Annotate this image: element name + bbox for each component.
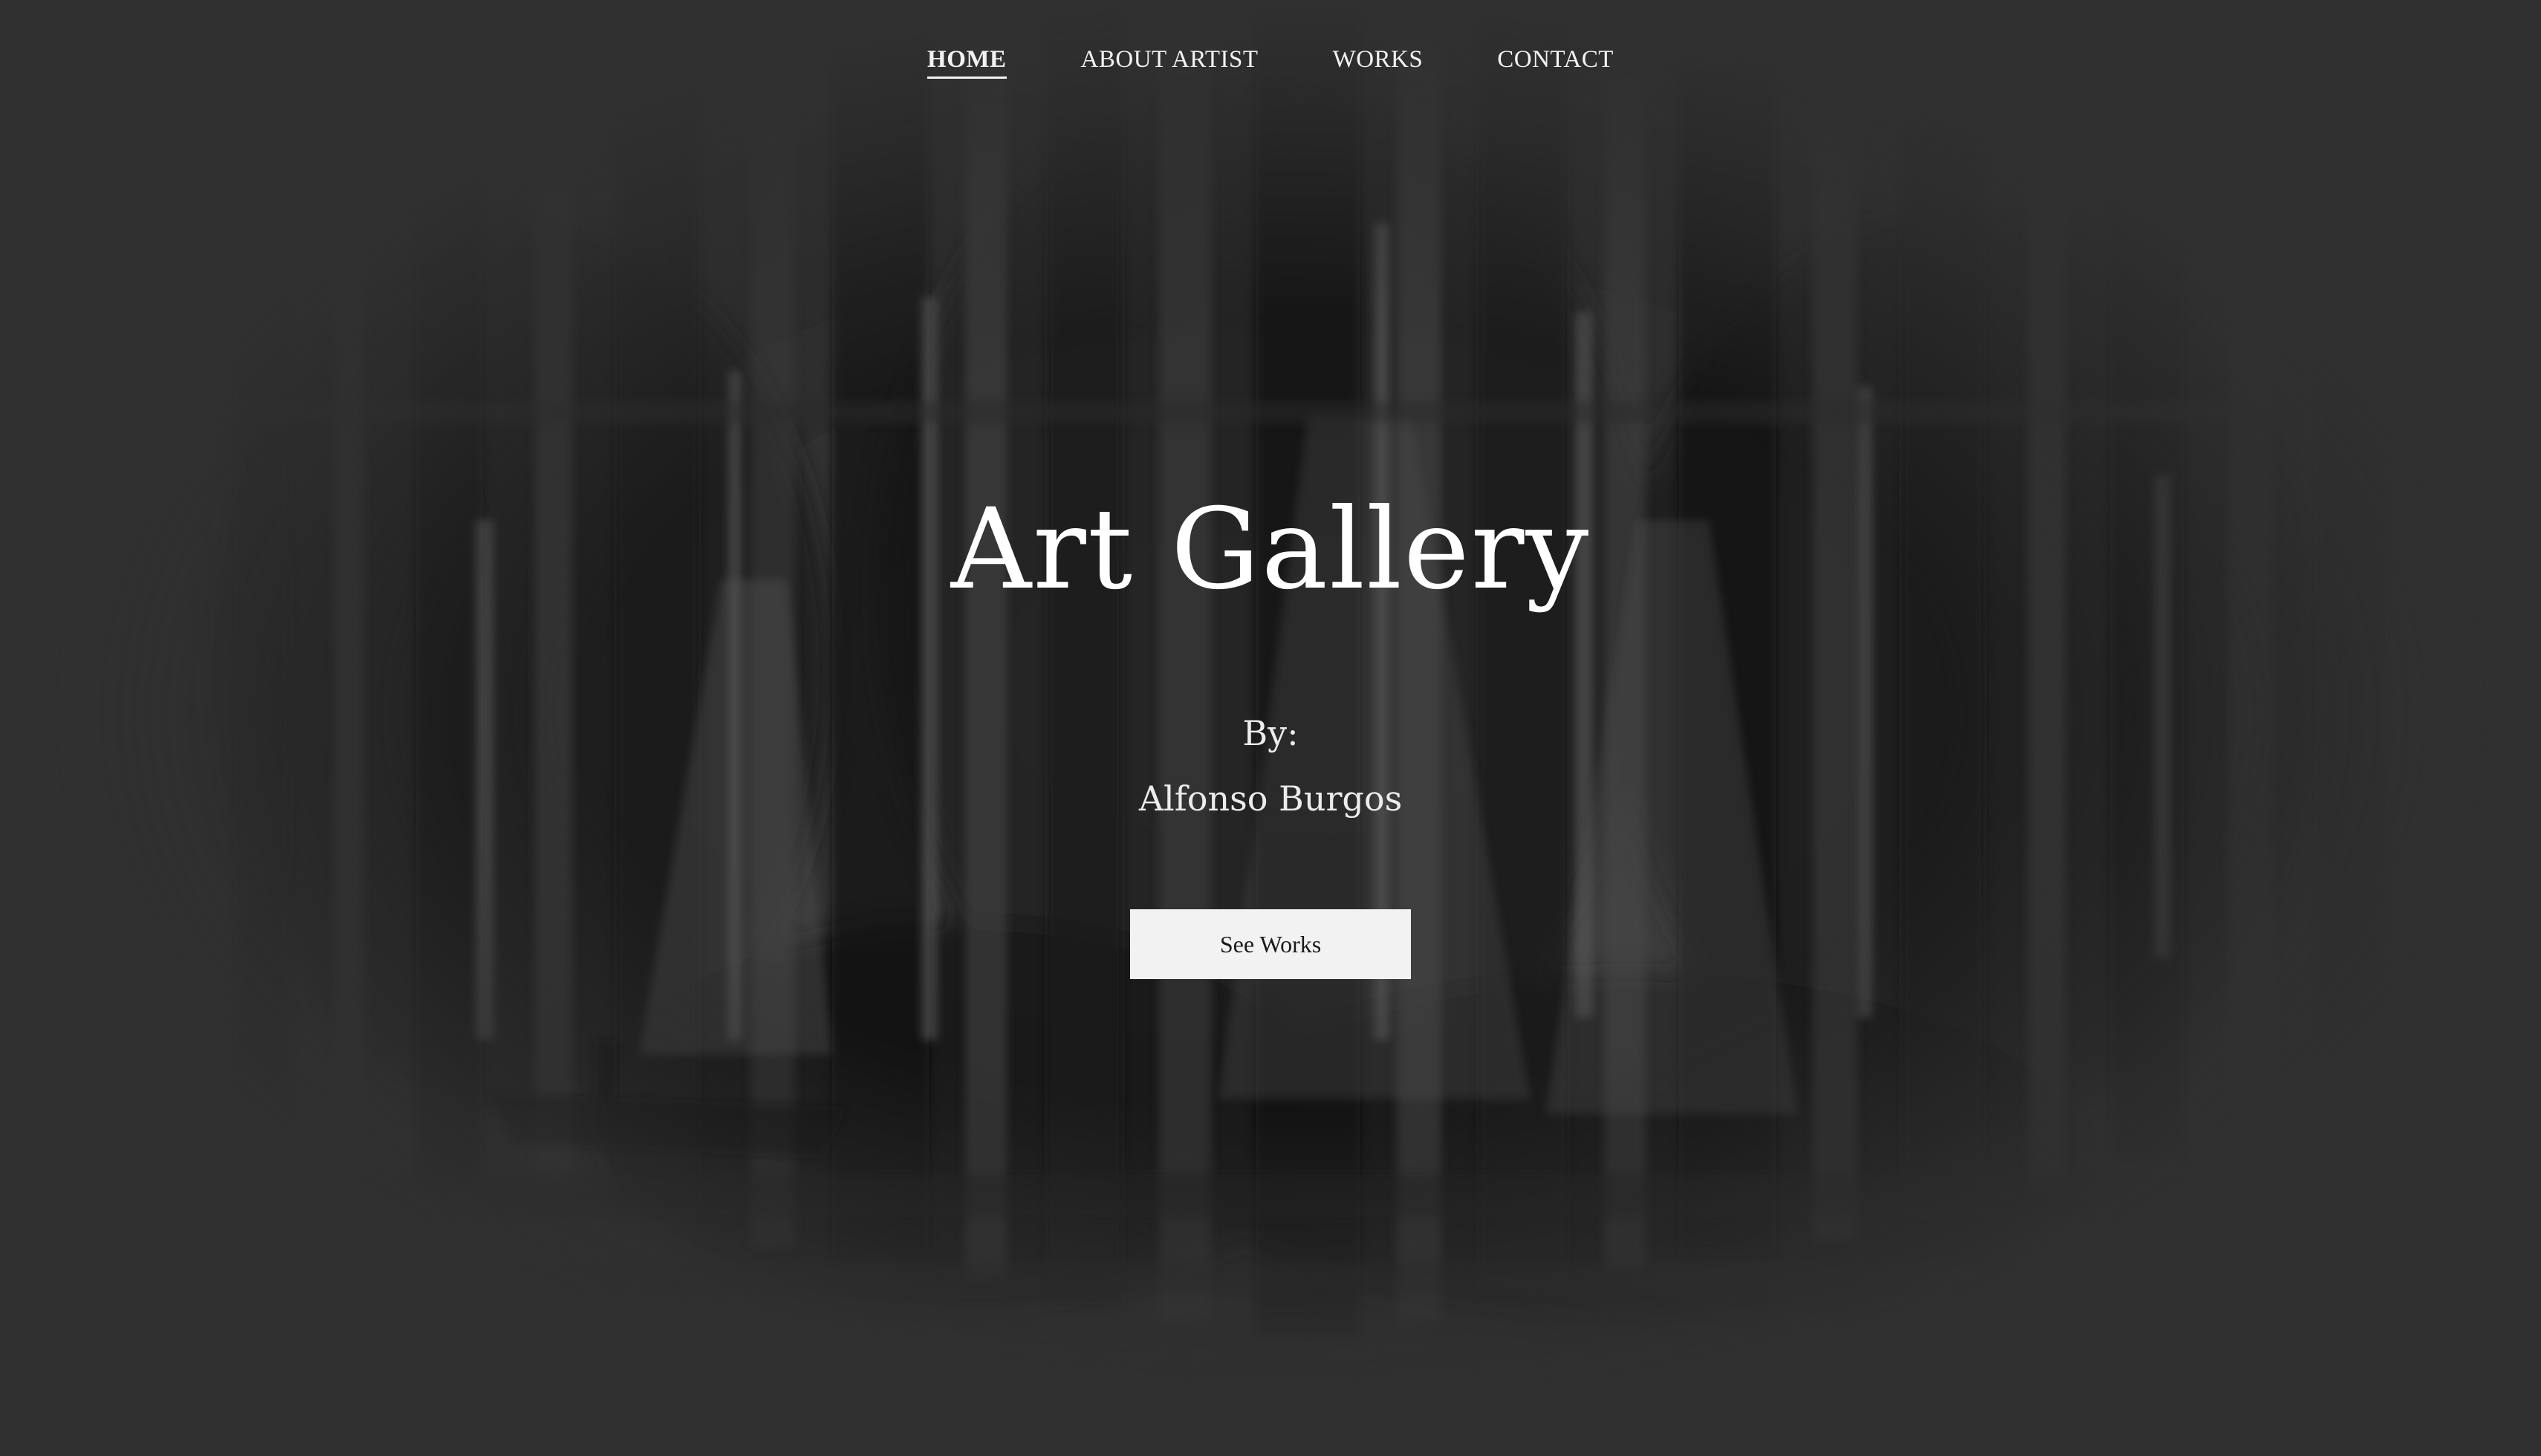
hero-artist-name: Alfonso Burgos — [1138, 779, 1403, 819]
nav-link-contact[interactable]: CONTACT — [1497, 46, 1614, 79]
hero-title: Art Gallery — [950, 485, 1591, 614]
nav-link-works[interactable]: WORKS — [1333, 46, 1424, 79]
nav-link-home[interactable]: HOME — [927, 46, 1007, 79]
hero-by-label: By: — [1242, 713, 1299, 753]
main-navigation: HOME ABOUT ARTIST WORKS CONTACT — [0, 46, 2541, 79]
nav-link-about-artist[interactable]: ABOUT ARTIST — [1081, 46, 1259, 79]
see-works-button[interactable]: See Works — [1130, 909, 1411, 979]
home-page: HOME ABOUT ARTIST WORKS CONTACT Art Gall… — [0, 0, 2541, 1456]
